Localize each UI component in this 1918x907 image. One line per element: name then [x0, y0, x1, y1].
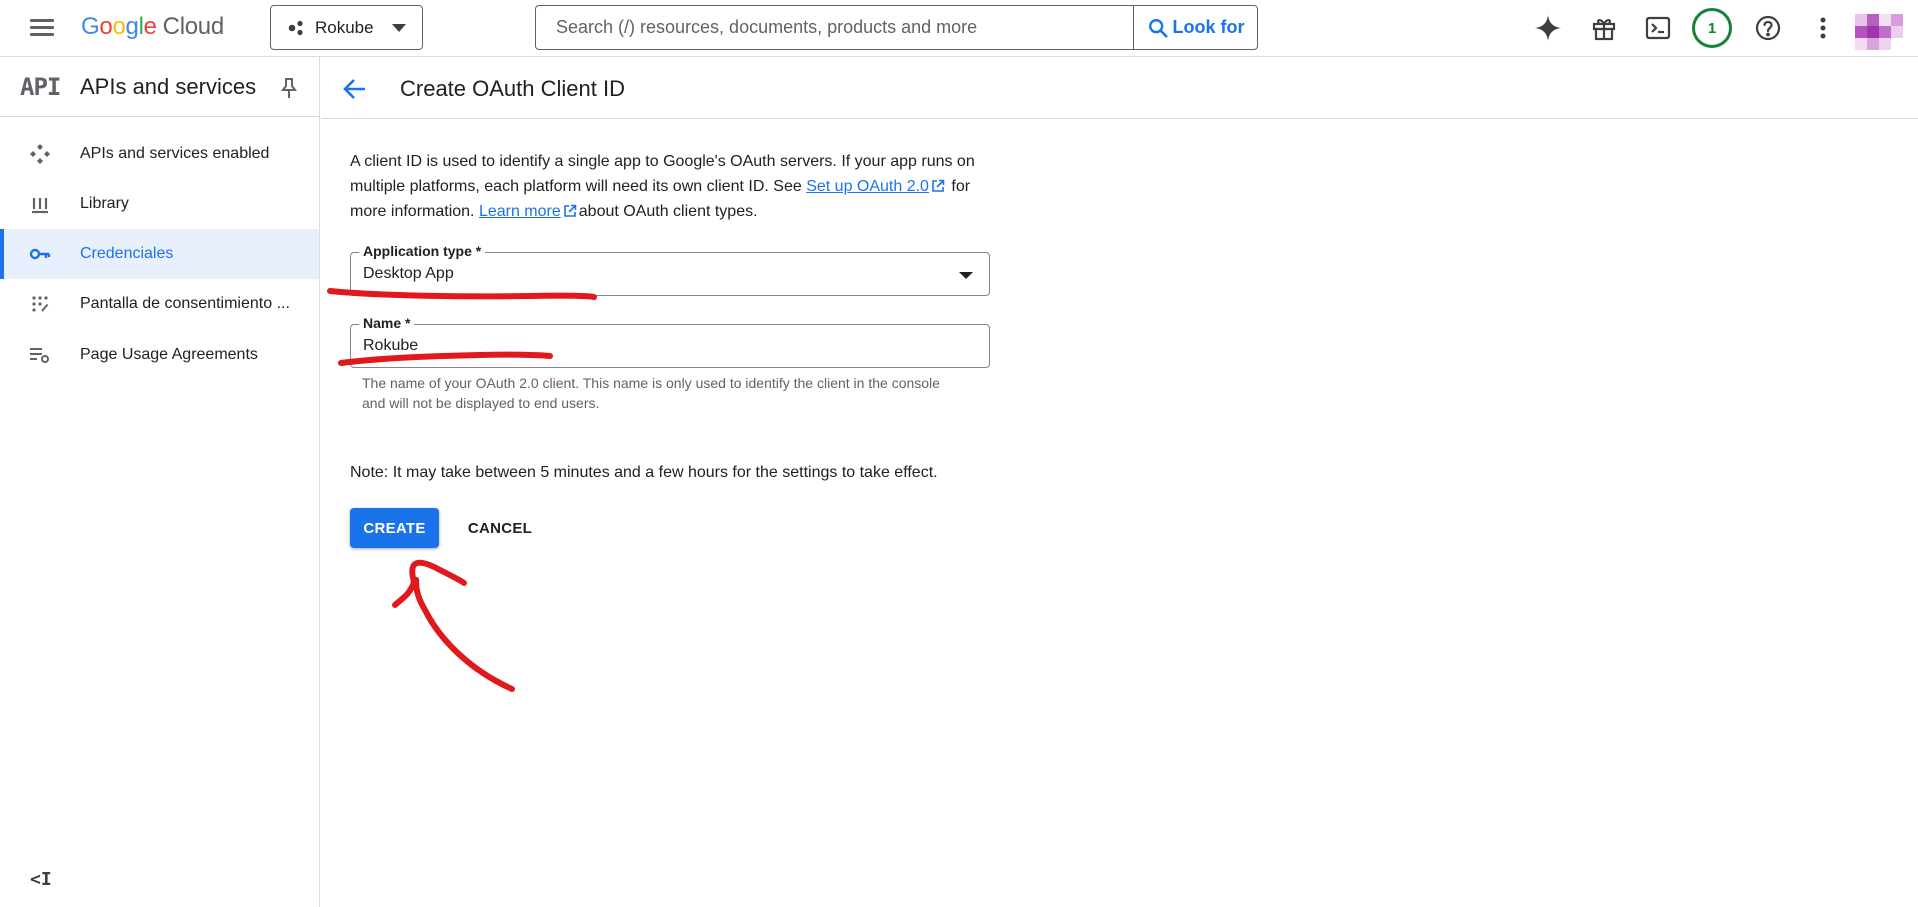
search-button-label: Look for — [1172, 17, 1245, 37]
gift-icon[interactable] — [1589, 13, 1619, 43]
library-icon — [28, 192, 52, 216]
learn-more-link[interactable]: Learn more — [479, 203, 561, 220]
name-label: Name * — [359, 315, 415, 331]
sidebar-item-library[interactable]: Library — [0, 179, 319, 229]
application-type-label: Application type * — [359, 243, 486, 259]
search-button[interactable]: Look for — [1133, 6, 1257, 49]
collapse-sidebar-button[interactable]: <I — [30, 869, 52, 890]
api-logo: API — [20, 73, 61, 101]
sidebar-item-apis-enabled[interactable]: APIs and services enabled — [0, 129, 319, 179]
key-icon — [28, 242, 52, 266]
cancel-button[interactable]: CANCEL — [458, 508, 542, 548]
sidebar-title: APIs and services — [80, 74, 257, 99]
usage-agreements-icon — [28, 343, 52, 367]
consent-screen-icon — [28, 292, 52, 316]
name-field[interactable]: Name * Rokube — [350, 315, 990, 368]
sidebar-header: API APIs and services — [0, 57, 319, 117]
project-picker[interactable]: Rokube — [270, 5, 423, 50]
external-link-icon — [932, 179, 945, 192]
more-vert-icon[interactable] — [1808, 13, 1838, 43]
create-button[interactable]: CREATE — [350, 508, 439, 548]
page-title: Create OAuth Client ID — [400, 76, 625, 101]
sidebar: API APIs and services APIs and services … — [0, 57, 320, 907]
notification-badge[interactable]: 1 — [1692, 8, 1732, 48]
project-icon — [288, 20, 303, 35]
gemini-sparkle-icon[interactable] — [1533, 13, 1563, 43]
pin-icon[interactable] — [279, 77, 299, 99]
external-link-icon — [563, 204, 577, 217]
google-cloud-logo[interactable]: Google Cloud — [81, 13, 224, 41]
search-input[interactable] — [536, 6, 1133, 49]
dropdown-arrow-icon — [959, 272, 973, 279]
application-type-select[interactable]: Application type * Desktop App — [350, 243, 990, 296]
top-bar: GoogleCloud Rokube Look for — [0, 0, 1918, 57]
search-icon — [1148, 18, 1168, 38]
chevron-down-icon — [392, 24, 406, 32]
intro-text: A client ID is used to identify a single… — [350, 153, 975, 220]
account-avatar[interactable] — [1855, 14, 1903, 50]
application-type-value: Desktop App — [363, 265, 454, 282]
name-hint-text: The name of your OAuth 2.0 client. This … — [362, 375, 940, 411]
logo-cloud-text: Cloud — [162, 13, 225, 40]
back-arrow-icon[interactable] — [341, 75, 369, 103]
search-bar: Look for — [535, 5, 1258, 50]
sidebar-item-credentials[interactable]: Credenciales — [0, 229, 319, 279]
settings-note: Note: It may take between 5 minutes and … — [350, 464, 938, 481]
terminal-icon[interactable] — [1643, 13, 1673, 43]
page-header: Create OAuth Client ID — [321, 57, 1918, 119]
apis-enabled-icon — [28, 142, 52, 166]
help-icon[interactable] — [1753, 13, 1783, 43]
menu-icon[interactable] — [26, 15, 58, 41]
project-name: Rokube — [315, 17, 374, 37]
setup-oauth-link[interactable]: Set up OAuth 2.0 — [806, 178, 929, 195]
sidebar-item-consent-screen[interactable]: Pantalla de consentimiento ... — [0, 279, 319, 329]
annotation-arrow-create — [392, 559, 515, 692]
sidebar-item-page-usage-agreements[interactable]: Page Usage Agreements — [0, 330, 319, 380]
name-value: Rokube — [363, 337, 419, 354]
